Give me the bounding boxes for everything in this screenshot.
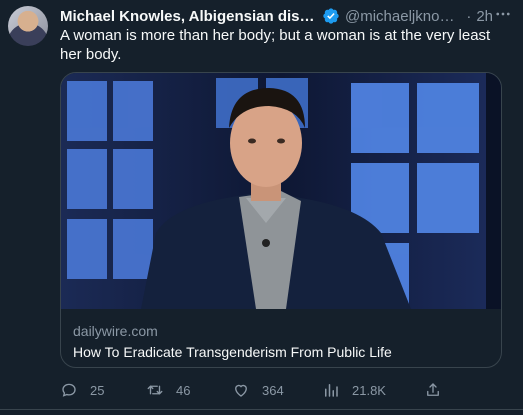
card-image[interactable] xyxy=(61,73,501,309)
tweet-text: A woman is more than her body; but a wom… xyxy=(60,27,491,63)
more-icon[interactable] xyxy=(493,4,513,24)
reply-icon xyxy=(62,383,76,397)
verified-badge-icon[interactable] xyxy=(322,7,340,25)
share-button[interactable] xyxy=(424,380,442,400)
card-title[interactable]: How To Eradicate Transgenderism From Pub… xyxy=(73,344,392,360)
views-count: 21.8K xyxy=(352,382,386,398)
tweet[interactable]: Michael Knowles, Albigensian disresp... … xyxy=(0,0,523,415)
like-count: 364 xyxy=(262,382,284,398)
reply-button[interactable]: 25 xyxy=(60,380,104,400)
views-button[interactable]: 21.8K xyxy=(322,380,386,400)
retweet-button[interactable]: 46 xyxy=(146,380,190,400)
link-card[interactable]: dailywire.com How To Eradicate Transgend… xyxy=(60,72,502,368)
retweet-count: 46 xyxy=(176,382,191,398)
card-domain[interactable]: dailywire.com xyxy=(73,323,158,339)
like-icon xyxy=(235,384,247,397)
tweet-timestamp[interactable]: 2h xyxy=(476,8,493,25)
action-bar: 25 46 364 21.8K xyxy=(60,380,450,400)
avatar[interactable] xyxy=(8,6,48,46)
retweet-icon xyxy=(147,385,163,395)
tweet-header: Michael Knowles, Albigensian disresp... … xyxy=(60,6,493,26)
meta-separator: · xyxy=(466,7,472,25)
author-handle[interactable]: @michaeljknow... xyxy=(345,8,461,25)
tweet-divider xyxy=(0,409,523,410)
views-icon xyxy=(325,384,338,397)
author-name[interactable]: Michael Knowles, Albigensian disresp... xyxy=(60,8,317,25)
share-icon xyxy=(427,383,439,396)
reply-count: 25 xyxy=(90,382,105,398)
like-button[interactable]: 364 xyxy=(232,380,284,400)
